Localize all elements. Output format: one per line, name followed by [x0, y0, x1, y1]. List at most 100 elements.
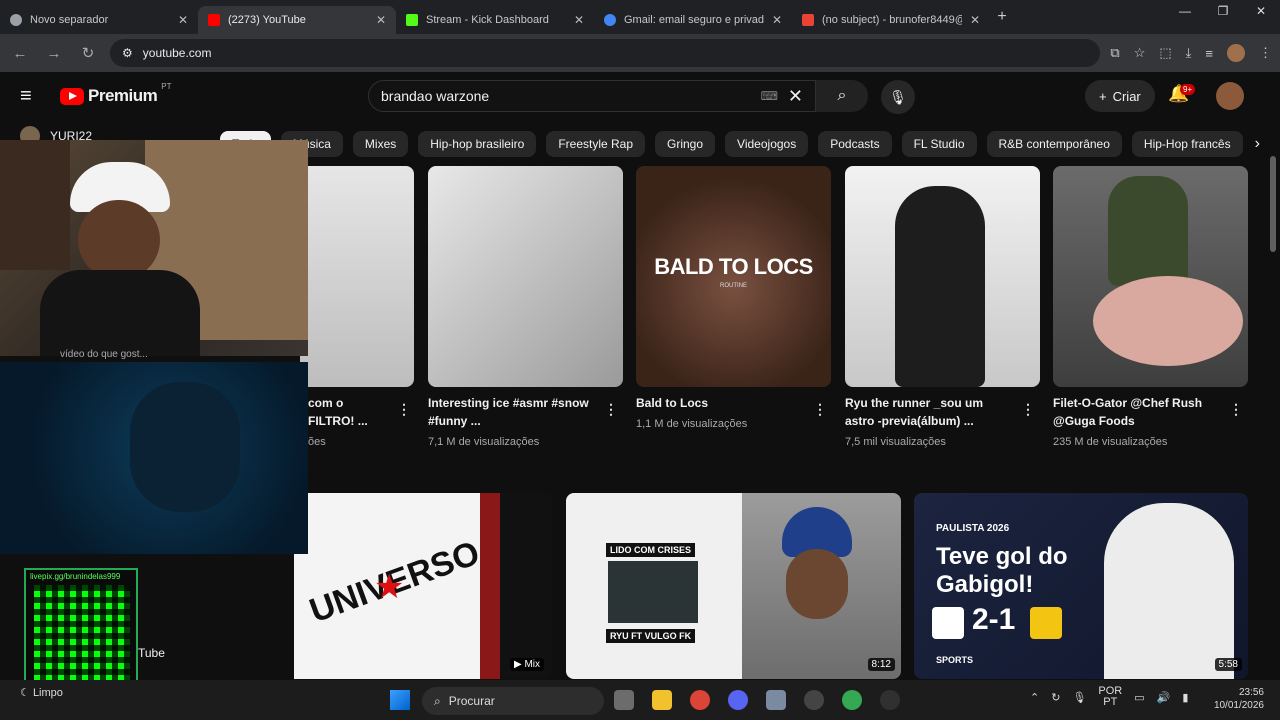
- battery-icon[interactable]: ▮: [1182, 691, 1188, 704]
- video-title[interactable]: Filet-O-Gator @Chef Rush @Guga Foods: [1053, 394, 1223, 430]
- download-icon[interactable]: ⤓: [1186, 45, 1192, 61]
- settings-icon[interactable]: [766, 690, 786, 710]
- video-thumbnail[interactable]: LIDO COM CRISES RYU FT VULGO FK 8:12: [566, 493, 901, 679]
- search-button[interactable]: ⌕: [816, 80, 868, 112]
- qr-label: livepix.gg/brunindelas999: [30, 572, 121, 581]
- taskbar-search-text: Procurar: [448, 694, 495, 708]
- chrome-icon[interactable]: [690, 690, 710, 710]
- browser-tab-4[interactable]: (no subject) - brunofer8449@g ✕: [792, 6, 990, 34]
- profile-avatar[interactable]: [1227, 44, 1245, 62]
- minimize-icon[interactable]: —: [1166, 4, 1204, 18]
- youtube-logo[interactable]: Premium PT: [60, 82, 171, 106]
- media-player-icon[interactable]: [880, 690, 900, 710]
- bookmark-star-icon[interactable]: ☆: [1134, 45, 1146, 61]
- cover-photo: [608, 561, 698, 623]
- chip-freestyle[interactable]: Freestyle Rap: [546, 131, 646, 157]
- url-input[interactable]: ⚙ youtube.com: [110, 39, 1101, 67]
- chrome-active-icon[interactable]: [842, 690, 862, 710]
- account-avatar[interactable]: [1216, 82, 1244, 110]
- close-icon[interactable]: ✕: [970, 13, 980, 27]
- tab-title: Novo separador: [30, 14, 109, 26]
- voice-search-button[interactable]: 🎙: [881, 80, 915, 114]
- person-silhouette: [895, 186, 985, 387]
- window-controls: — ❐ ✕: [1166, 4, 1280, 18]
- video-thumbnail[interactable]: PAULISTA 2026 Teve gol do Gabigol! 2-1 S…: [914, 493, 1248, 679]
- video-meta: 7,5 mil visualizações: [845, 436, 946, 448]
- thumbnail-overlay-title: BALD TO LOCS: [654, 254, 813, 279]
- video-title[interactable]: com o FILTRO! ...: [308, 394, 388, 430]
- create-button[interactable]: + Criar: [1085, 80, 1155, 112]
- chip-gringo[interactable]: Gringo: [655, 131, 716, 157]
- video-title[interactable]: Interesting ice #asmr #snow #funny ...: [428, 394, 598, 430]
- chip-hiphop-fr[interactable]: Hip-Hop francês: [1131, 131, 1243, 157]
- cast-icon[interactable]: ⧉: [1110, 45, 1119, 61]
- thumbnail-overlay-sub: ROUTINE: [720, 283, 747, 289]
- obs-icon[interactable]: [804, 690, 824, 710]
- star-icon: ★: [374, 568, 405, 606]
- media-icon[interactable]: ≡: [1205, 46, 1213, 61]
- chip-fl-studio[interactable]: FL Studio: [901, 131, 977, 157]
- clear-search-icon[interactable]: ✕: [788, 86, 803, 107]
- weather-widget[interactable]: ☾ Limpo: [20, 686, 63, 699]
- hoodie-shape: [40, 270, 200, 356]
- video-thumbnail[interactable]: [845, 166, 1040, 387]
- chevron-up-icon[interactable]: ⌃: [1030, 691, 1039, 704]
- close-icon[interactable]: ✕: [178, 13, 188, 27]
- start-button[interactable]: [390, 690, 410, 710]
- video-thumbnail[interactable]: [1053, 166, 1248, 387]
- site-info-icon[interactable]: ⚙: [122, 46, 133, 60]
- chevron-right-icon[interactable]: ›: [1255, 135, 1260, 153]
- mix-thumbnail[interactable]: UNIVERSO ★ ▶ Mix: [294, 493, 552, 679]
- video-menu-icon[interactable]: ⋮: [1229, 401, 1243, 418]
- browser-tab-1[interactable]: (2273) YouTube ✕: [198, 6, 396, 34]
- close-window-icon[interactable]: ✕: [1242, 4, 1280, 18]
- close-icon[interactable]: ✕: [574, 13, 584, 27]
- browser-tools: ⧉ ☆ ⬚ ⤓ ≡ ⋮: [1110, 44, 1272, 62]
- sync-icon[interactable]: ↻: [1051, 691, 1060, 704]
- volume-icon[interactable]: 🔊: [1157, 691, 1171, 704]
- forward-icon[interactable]: →: [42, 45, 66, 62]
- file-explorer-icon[interactable]: [652, 690, 672, 710]
- chip-games[interactable]: Videojogos: [725, 131, 809, 157]
- video-thumbnail[interactable]: BALD TO LOCS ROUTINE: [636, 166, 831, 387]
- cover-art: LIDO COM CRISES RYU FT VULGO FK: [566, 493, 742, 679]
- video-title[interactable]: Bald to Locs: [636, 394, 806, 412]
- chip-mixes[interactable]: Mixes: [352, 131, 409, 157]
- browser-tab-3[interactable]: Gmail: email seguro e privado ✕: [594, 6, 792, 34]
- chip-podcasts[interactable]: Podcasts: [818, 131, 892, 157]
- browser-tab-2[interactable]: Stream - Kick Dashboard ✕: [396, 6, 594, 34]
- browser-tab-0[interactable]: Novo separador ✕: [0, 6, 198, 34]
- video-menu-icon[interactable]: ⋮: [813, 401, 827, 418]
- face-shape: [130, 382, 240, 512]
- video-thumbnail[interactable]: [300, 166, 414, 387]
- close-icon[interactable]: ✕: [376, 13, 386, 27]
- new-tab-button[interactable]: +: [990, 8, 1014, 26]
- discord-icon[interactable]: [728, 690, 748, 710]
- back-icon[interactable]: ←: [8, 45, 32, 62]
- extensions-icon[interactable]: ⬚: [1159, 45, 1171, 61]
- close-icon[interactable]: ✕: [772, 13, 782, 27]
- chip-hiphop-br[interactable]: Hip-hop brasileiro: [418, 131, 537, 157]
- mic-tray-icon[interactable]: 🎙: [1072, 691, 1086, 704]
- reload-icon[interactable]: ↻: [76, 44, 100, 62]
- keyboard-icon[interactable]: ⌨: [761, 89, 778, 103]
- search-input[interactable]: brandao warzone ⌨ ✕: [368, 80, 816, 112]
- taskbar-search[interactable]: ⌕ Procurar: [422, 687, 604, 715]
- hamburger-menu-icon[interactable]: ≡: [20, 85, 46, 108]
- maximize-icon[interactable]: ❐: [1204, 4, 1242, 18]
- mix-label: ▶ Mix: [509, 658, 544, 671]
- scrollbar[interactable]: [1270, 156, 1276, 252]
- filter-chips: Tudo Música Mixes Hip-hop brasileiro Fre…: [220, 130, 1260, 158]
- chip-rnb[interactable]: R&B contemporâneo: [986, 131, 1122, 157]
- menu-kebab-icon[interactable]: ⋮: [1259, 45, 1272, 61]
- video-menu-icon[interactable]: ⋮: [604, 401, 618, 418]
- video-title[interactable]: Ryu the runner _sou um astro -previa(álb…: [845, 394, 1015, 430]
- language-indicator[interactable]: POR PT: [1098, 686, 1122, 708]
- team-crest-icon: [1030, 607, 1062, 639]
- network-icon[interactable]: ▭: [1134, 691, 1144, 704]
- video-menu-icon[interactable]: ⋮: [397, 401, 411, 418]
- clock[interactable]: 23:56 10/01/2026: [1214, 686, 1264, 712]
- video-thumbnail[interactable]: [428, 166, 623, 387]
- video-menu-icon[interactable]: ⋮: [1021, 401, 1035, 418]
- task-view-icon[interactable]: [614, 690, 634, 710]
